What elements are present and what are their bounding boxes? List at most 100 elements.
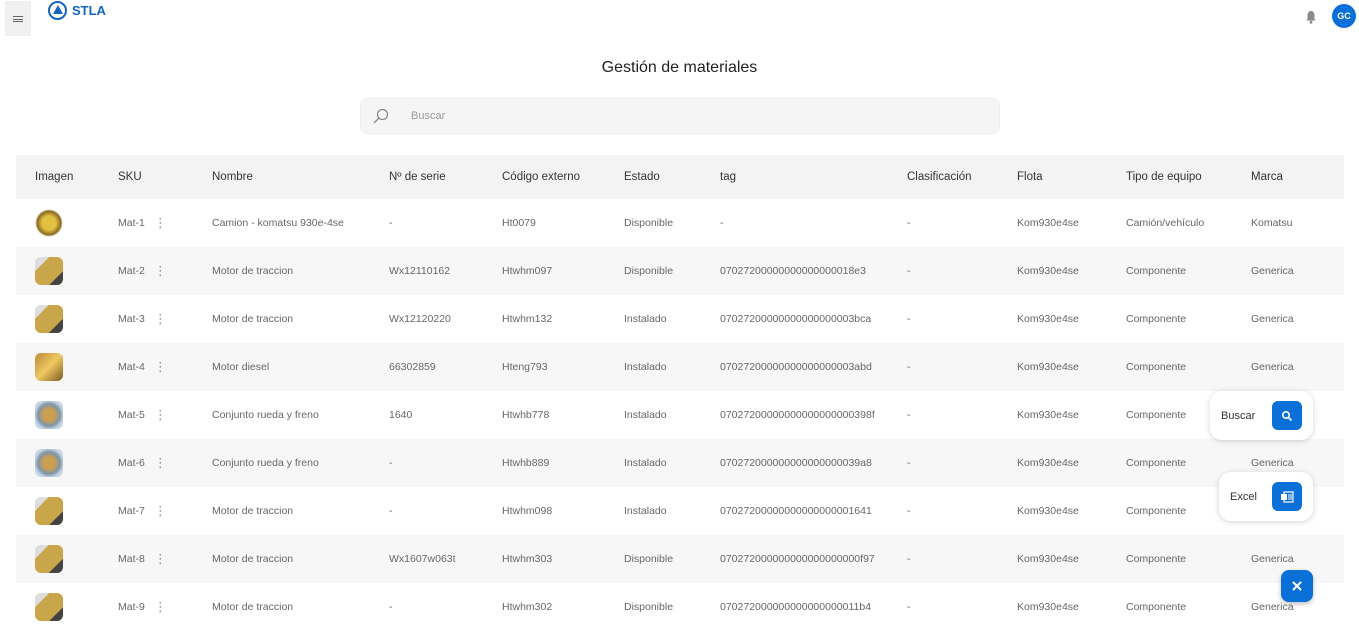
name-cell: Motor diesel: [212, 361, 270, 373]
table-row[interactable]: Mat-4 ⋮ Motor diesel 66302859 Hteng793 Instal…: [16, 343, 1344, 391]
fab-excel-label: Excel: [1230, 490, 1257, 503]
table-row[interactable]: Mat-2 ⋮ Motor de traccion Wx12110162 Htwhm09…: [16, 247, 1344, 295]
image-cell: [16, 295, 118, 343]
image-cell: [16, 199, 118, 247]
name-cell: Motor de traccion: [212, 313, 294, 325]
search-icon: [373, 108, 389, 124]
status-cell: Instalado: [624, 457, 667, 469]
classification-cell: -: [907, 505, 911, 517]
material-thumbnail[interactable]: [35, 209, 63, 237]
top-bar: STLA GC: [0, 0, 1359, 40]
fab-excel-action[interactable]: Excel: [1219, 472, 1313, 521]
table-row[interactable]: Mat-7 ⋮ Motor de traccion - Htwhm098 Instalad…: [16, 487, 1344, 535]
more-options-icon[interactable]: ⋮: [154, 504, 167, 517]
image-cell: [16, 583, 118, 628]
table-row[interactable]: Mat-8 ⋮ Motor de traccion Wx1607w063t Htwhm3…: [16, 535, 1344, 583]
equipment-type-cell: Componente: [1126, 313, 1187, 325]
status-cell: Disponible: [624, 217, 674, 229]
more-options-icon[interactable]: ⋮: [154, 312, 167, 325]
classification-cell: -: [907, 457, 911, 469]
avatar[interactable]: GC: [1332, 4, 1356, 28]
close-fab-button[interactable]: [1281, 570, 1313, 602]
classification-cell: -: [907, 217, 911, 229]
page-title: Gestión de materiales: [601, 59, 758, 76]
tag-cell: -: [720, 217, 724, 229]
more-options-icon[interactable]: ⋮: [154, 264, 167, 277]
table-row[interactable]: Mat-6 ⋮ Conjunto rueda y freno - Htwhb889 Ins…: [16, 439, 1344, 487]
serial-cell: 1640: [389, 409, 413, 421]
column-header: Flota: [1017, 171, 1043, 183]
column-header: Marca: [1251, 171, 1283, 183]
status-cell: Disponible: [624, 601, 674, 613]
brand-logo[interactable]: STLA: [48, 1, 106, 20]
table-row[interactable]: Mat-5 ⋮ Conjunto rueda y freno 1640 Htwhb778…: [16, 391, 1344, 439]
fleet-cell: Kom930e4se: [1017, 457, 1079, 469]
sku-text: Mat-4: [118, 361, 145, 373]
name-cell: Camion - komatsu 930e-4se: [212, 217, 344, 229]
table-row[interactable]: Mat-3 ⋮ Motor de traccion Wx12120220 Htwhm13…: [16, 295, 1344, 343]
name-cell: Motor de traccion: [212, 265, 294, 277]
tag-cell: 07027200000000000000003abd: [720, 361, 872, 373]
column-header: Código externo: [502, 171, 580, 183]
name-cell: Motor de traccion: [212, 601, 294, 613]
more-options-icon[interactable]: ⋮: [154, 456, 167, 469]
sku-cell: Mat-3 ⋮: [118, 295, 212, 343]
fab-excel-button[interactable]: [1272, 482, 1302, 511]
material-thumbnail[interactable]: [35, 257, 63, 285]
material-thumbnail[interactable]: [35, 497, 63, 525]
status-cell: Instalado: [624, 409, 667, 421]
material-thumbnail[interactable]: [35, 353, 63, 381]
more-options-icon[interactable]: ⋮: [154, 408, 167, 421]
material-thumbnail[interactable]: [35, 449, 63, 477]
sku-text: Mat-3: [118, 313, 145, 325]
external-code-cell: Htwhm097: [502, 265, 553, 277]
name-cell: Conjunto rueda y freno: [212, 457, 319, 469]
table-header-row: Imagen SKU Nombre Nº de serie Código externo…: [16, 155, 1344, 199]
bell-icon[interactable]: [1305, 10, 1317, 24]
fleet-cell: Kom930e4se: [1017, 505, 1079, 517]
more-options-icon[interactable]: ⋮: [154, 552, 167, 565]
serial-cell: -: [389, 457, 393, 469]
column-header: Estado: [624, 171, 660, 183]
more-options-icon[interactable]: ⋮: [154, 360, 167, 373]
tag-cell: 070272000000000000000011b4: [720, 601, 872, 613]
material-thumbnail[interactable]: [35, 545, 63, 573]
table-row[interactable]: Mat-9 ⋮ Motor de traccion - Htwhm302 Disponib…: [16, 583, 1344, 628]
menu-button[interactable]: [5, 1, 31, 36]
classification-cell: -: [907, 313, 911, 325]
fleet-cell: Kom930e4se: [1017, 361, 1079, 373]
search-input[interactable]: [411, 110, 971, 122]
more-options-icon[interactable]: ⋮: [154, 216, 167, 229]
tag-cell: 070272000000000000000000f97: [720, 553, 875, 565]
sku-text: Mat-6: [118, 457, 145, 469]
column-header: Nombre: [212, 171, 253, 183]
material-thumbnail[interactable]: [35, 401, 63, 429]
fab-search-button[interactable]: [1272, 401, 1302, 430]
brand-name: STLA: [72, 3, 106, 18]
image-cell: [16, 439, 118, 487]
brand-cell: Komatsu: [1251, 217, 1293, 229]
fab-search-action[interactable]: Buscar: [1210, 391, 1313, 440]
sku-wrapper: Mat-2 ⋮: [118, 264, 212, 277]
close-icon: [1292, 581, 1302, 591]
material-thumbnail[interactable]: [35, 305, 63, 333]
classification-cell: -: [907, 601, 911, 613]
sku-cell: Mat-9 ⋮: [118, 583, 212, 628]
status-cell: Disponible: [624, 265, 674, 277]
fleet-cell: Kom930e4se: [1017, 601, 1079, 613]
image-cell: [16, 247, 118, 295]
table-row[interactable]: Mat-1 ⋮ Camion - komatsu 930e-4se - Ht0079 Di…: [16, 199, 1344, 247]
name-cell: Motor de traccion: [212, 505, 294, 517]
serial-cell: 66302859: [389, 361, 436, 373]
tag-cell: 07027200000000000000018e3: [720, 265, 866, 277]
material-thumbnail[interactable]: [35, 593, 63, 621]
sku-cell: Mat-8 ⋮: [118, 535, 212, 583]
brand-cell: Generica: [1251, 361, 1294, 373]
sku-text: Mat-5: [118, 409, 145, 421]
sku-wrapper: Mat-3 ⋮: [118, 312, 212, 325]
serial-cell: -: [389, 217, 393, 229]
more-options-icon[interactable]: ⋮: [154, 600, 167, 613]
sku-wrapper: Mat-6 ⋮: [118, 456, 212, 469]
excel-icon: [1281, 490, 1294, 503]
column-header: Imagen: [35, 171, 74, 183]
